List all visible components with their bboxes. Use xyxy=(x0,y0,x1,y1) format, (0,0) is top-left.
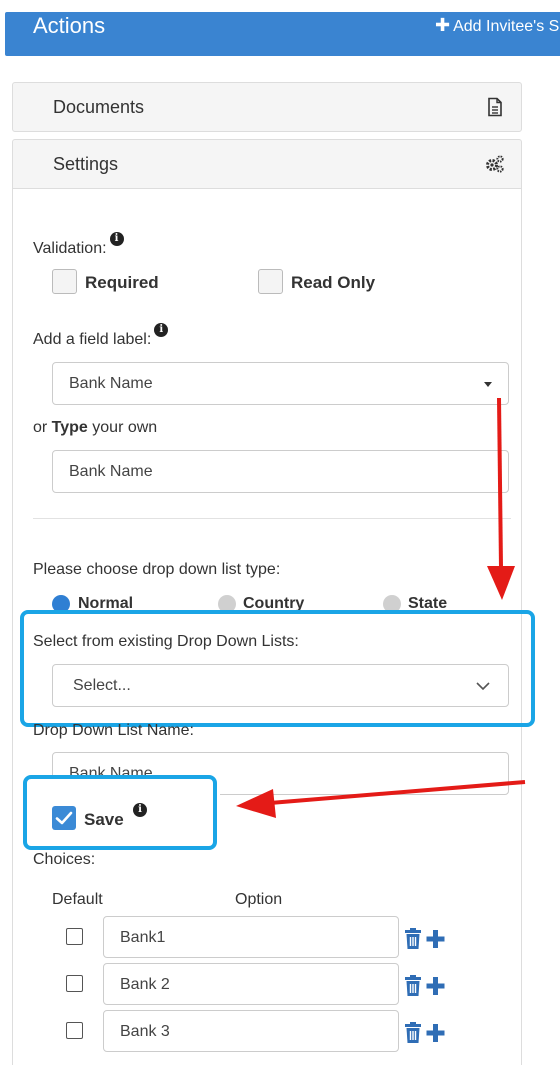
dropdown-type-radio-group: Normal Country State xyxy=(0,586,530,612)
info-icon[interactable]: i xyxy=(154,323,169,337)
documents-label: Documents xyxy=(53,97,145,117)
choice-option-value: Bank 3 xyxy=(120,1023,170,1040)
choice-row-actions xyxy=(405,928,445,949)
choice-row-actions xyxy=(405,975,445,996)
read-only-checkbox[interactable] xyxy=(258,269,283,294)
existing-lists-select[interactable]: Select... xyxy=(52,664,509,707)
save-checkbox[interactable] xyxy=(52,806,76,830)
document-icon xyxy=(488,97,502,117)
type-bold: Type xyxy=(51,419,88,436)
actions-header: Actions ✚ Add Invitee's S xyxy=(5,12,560,56)
field-label-row: Add a field label:i xyxy=(33,323,169,349)
field-label-select[interactable]: Bank Name xyxy=(52,362,509,405)
type-prefix: or xyxy=(33,419,52,436)
actions-title: Actions xyxy=(33,13,106,38)
plus-icon: ✚ xyxy=(435,15,451,35)
divider xyxy=(33,518,511,519)
choice-option-value: Bank1 xyxy=(120,929,166,946)
info-icon[interactable]: i xyxy=(109,232,124,246)
choice-option-input[interactable]: Bank 3 xyxy=(103,1010,399,1052)
choices-option-header: Option xyxy=(235,891,283,908)
list-name-label: Drop Down List Name: xyxy=(33,722,194,739)
existing-lists-placeholder: Select... xyxy=(73,677,131,694)
custom-label-value: Bank Name xyxy=(69,463,153,480)
field-label-selected: Bank Name xyxy=(69,375,153,392)
field-label-label: Add a field label: xyxy=(33,331,152,348)
radio-state-label: State xyxy=(408,595,448,612)
chevron-down-icon xyxy=(476,682,490,691)
choice-option-value: Bank 2 xyxy=(120,976,170,993)
choice-default-checkbox[interactable] xyxy=(66,1022,83,1039)
plus-icon[interactable] xyxy=(426,1024,445,1042)
check-icon xyxy=(55,811,73,825)
add-invitee-button[interactable]: ✚ Add Invitee's S xyxy=(435,15,559,36)
read-only-label: Read Only xyxy=(291,273,376,292)
type-suffix: your own xyxy=(87,419,158,436)
plus-icon[interactable] xyxy=(426,930,445,948)
type-your-own-label: or Type your own xyxy=(33,419,157,437)
radio-normal[interactable] xyxy=(52,595,70,612)
existing-lists-label: Select from existing Drop Down Lists: xyxy=(33,633,299,650)
gears-icon xyxy=(486,155,504,173)
choice-row-actions xyxy=(405,1022,445,1043)
documents-panel-header[interactable]: Documents xyxy=(12,82,522,132)
radio-country-label: Country xyxy=(243,595,305,612)
choice-option-input[interactable]: Bank1 xyxy=(103,916,399,958)
radio-state[interactable] xyxy=(383,595,401,612)
add-invitee-label: Add Invitee's S xyxy=(453,18,560,35)
settings-label: Settings xyxy=(53,154,119,174)
radio-country[interactable] xyxy=(218,595,236,612)
choice-default-checkbox[interactable] xyxy=(66,928,83,945)
validation-label-row: Validation:i xyxy=(33,232,124,258)
required-label: Required xyxy=(85,273,159,292)
choice-default-checkbox[interactable] xyxy=(66,975,83,992)
trash-icon[interactable] xyxy=(405,1022,421,1043)
plus-icon[interactable] xyxy=(426,977,445,995)
info-icon[interactable]: i xyxy=(133,803,147,817)
caret-down-icon xyxy=(484,382,492,387)
settings-panel-header[interactable]: Settings xyxy=(12,139,522,189)
trash-icon[interactable] xyxy=(405,928,421,949)
choices-label: Choices: xyxy=(33,851,96,868)
dropdown-type-label: Please choose drop down list type: xyxy=(33,561,281,578)
save-label: Save xyxy=(84,810,124,829)
choice-option-input[interactable]: Bank 2 xyxy=(103,963,399,1005)
radio-normal-label: Normal xyxy=(78,595,134,612)
choices-default-header: Default xyxy=(52,891,103,908)
validation-label: Validation: xyxy=(33,240,107,257)
trash-icon[interactable] xyxy=(405,975,421,996)
custom-label-input[interactable]: Bank Name xyxy=(52,450,509,493)
required-checkbox[interactable] xyxy=(52,269,77,294)
